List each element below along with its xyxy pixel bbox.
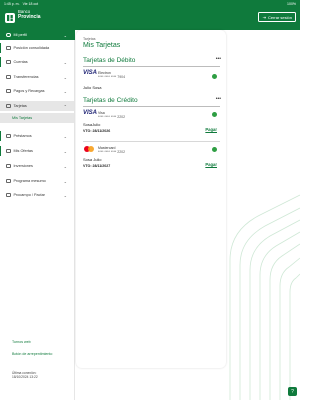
offers-icon xyxy=(6,148,11,154)
bank-logo-icon xyxy=(5,10,15,23)
sidebar-item-label: Mi perfil xyxy=(13,33,27,37)
page-title: Mis Tarjetas xyxy=(83,42,121,49)
status-bar: 1:45 p. m. Vie 18 oct 100% xyxy=(0,0,300,7)
breadcrumb: Tarjetas xyxy=(83,37,96,41)
card-number: **** **** **** 7904 xyxy=(98,75,126,79)
chevron-down-icon: ⌄ xyxy=(63,163,67,169)
sidebar-item-label: Inversiones xyxy=(13,164,33,168)
sidebar-item-cards[interactable]: Tarjetas ⌃ xyxy=(0,101,75,111)
sidebar-item-label: Mis Tarjetas xyxy=(12,116,33,120)
help-button[interactable]: ? xyxy=(288,387,297,396)
card-holder: Julio Sosa xyxy=(83,85,102,90)
sidebar-item-label: Procampo / Pactar xyxy=(13,193,45,197)
logout-label: Cerrar sesión xyxy=(267,14,292,20)
credit-card-item[interactable]: VISA Visa **** **** **** 2202 SosaJulio … xyxy=(83,110,220,140)
sidebar-item-agro[interactable]: Procampo / Pactar ⌄ xyxy=(0,190,75,200)
sidebar-item-offers[interactable]: Mis Ofertas ⌄ xyxy=(0,146,75,156)
more-horizontal-icon[interactable]: ••• xyxy=(216,56,221,62)
sidebar-item-label: Cuentas xyxy=(13,60,28,64)
transfer-icon xyxy=(6,74,11,80)
top-bar: 1:45 p. m. Vie 18 oct 100% Banco Provinc… xyxy=(0,0,300,30)
credit-section-title: Tarjetas de Crédito xyxy=(83,96,138,104)
card-brand: Visa xyxy=(98,110,105,115)
card-number: **** **** **** 2202 xyxy=(98,115,126,119)
sidebar-item-label: Transferencias xyxy=(13,75,39,79)
payments-icon xyxy=(6,88,11,94)
card-brand: Mastercard xyxy=(98,145,116,150)
status-time: 1:45 p. m. xyxy=(4,1,20,6)
debit-section-header: Tarjetas de Débito ••• xyxy=(83,56,223,64)
wallet-icon xyxy=(6,59,11,65)
chevron-down-icon: ⌄ xyxy=(63,178,67,184)
chevron-down-icon: ⌄ xyxy=(63,32,67,38)
pay-button[interactable]: Pagar xyxy=(205,127,217,132)
loan-icon xyxy=(6,133,11,139)
sidebar: Mi perfil ⌄ Posición consolidada Cuentas… xyxy=(0,30,75,400)
cards-panel: Tarjetas Mis Tarjetas Tarjetas de Débito… xyxy=(76,30,226,368)
card-expiry: VTO: 28/11/2026 xyxy=(83,129,111,133)
battery-level: 100% xyxy=(287,1,296,6)
status-date: Vie 18 oct xyxy=(22,1,39,6)
status-active-icon xyxy=(212,112,217,117)
mastercard-logo-icon xyxy=(84,145,94,153)
link-turnos-web[interactable]: Turnos web xyxy=(12,340,31,344)
chart-icon xyxy=(6,45,11,51)
sidebar-item-label: Posición consolidada xyxy=(13,46,50,50)
status-active-icon xyxy=(212,74,217,79)
sidebar-item-transfers[interactable]: Transferencias ⌄ xyxy=(0,72,75,82)
link-withdrawal-button[interactable]: Botón de arrepentimiento xyxy=(12,352,52,356)
debit-card-item[interactable]: VISA Electron **** **** **** 7904 Julio … xyxy=(83,70,220,92)
debit-section-title: Tarjetas de Débito xyxy=(83,56,136,64)
sidebar-item-label: Programa mesumo xyxy=(13,179,46,183)
credit-card-item[interactable]: Mastercard **** **** **** 2202 Sosa Juli… xyxy=(83,145,220,175)
pay-button[interactable]: Pagar xyxy=(205,162,217,167)
profile-icon xyxy=(6,32,11,38)
chevron-down-icon: ⌄ xyxy=(63,74,67,80)
sidebar-item-profile[interactable]: Mi perfil ⌄ xyxy=(0,30,75,40)
sidebar-item-accounts[interactable]: Cuentas ⌄ xyxy=(0,57,75,67)
sidebar-item-loans[interactable]: Préstamos ⌄ xyxy=(0,131,75,141)
card-holder: Sosa Julio xyxy=(83,157,102,162)
chevron-down-icon: ⌄ xyxy=(63,59,67,65)
card-number: **** **** **** 2202 xyxy=(98,150,126,154)
card-holder: SosaJulio xyxy=(83,122,101,127)
sidebar-item-investments[interactable]: Inversiones ⌄ xyxy=(0,161,75,171)
logout-button[interactable]: ⇥ Cerrar sesión xyxy=(258,12,296,22)
status-active-icon xyxy=(212,147,217,152)
credit-section-header: Tarjetas de Crédito ••• xyxy=(83,96,223,104)
sidebar-item-label: Tarjetas xyxy=(13,104,27,108)
program-icon xyxy=(6,178,11,184)
chevron-down-icon: ⌄ xyxy=(63,148,67,154)
sidebar-item-label: Mis Ofertas xyxy=(13,149,33,153)
card-icon xyxy=(6,103,11,109)
visa-logo-icon: VISA xyxy=(83,70,98,76)
sidebar-item-my-cards[interactable]: Mis Tarjetas xyxy=(0,113,75,123)
agro-icon xyxy=(6,192,11,198)
visa-logo-icon: VISA xyxy=(83,110,98,116)
help-icon: ? xyxy=(291,388,294,395)
card-expiry: VTO: 28/11/2027 xyxy=(83,164,111,168)
chevron-down-icon: ⌄ xyxy=(63,192,67,198)
last-connection-value: 18/10/2024 13:22 xyxy=(12,375,38,380)
last-connection: Última conexión: 18/10/2024 13:22 xyxy=(12,371,38,379)
card-brand: Electron xyxy=(98,70,111,75)
sidebar-item-label: Préstamos xyxy=(13,134,32,138)
invest-icon xyxy=(6,163,11,169)
chevron-down-icon: ⌄ xyxy=(63,88,67,94)
bank-logo: Banco Provincia xyxy=(5,10,41,23)
sidebar-item-payments[interactable]: Pagos y Recargas ⌄ xyxy=(0,86,75,96)
chevron-up-icon: ⌃ xyxy=(63,103,67,109)
sidebar-item-program[interactable]: Programa mesumo ⌄ xyxy=(0,176,75,186)
sidebar-item-label: Pagos y Recargas xyxy=(13,89,45,93)
sidebar-item-consolidated[interactable]: Posición consolidada xyxy=(0,43,75,53)
divider xyxy=(83,66,220,67)
divider xyxy=(83,106,220,107)
chevron-down-icon: ⌄ xyxy=(63,133,67,139)
more-horizontal-icon[interactable]: ••• xyxy=(216,96,221,102)
logout-icon: ⇥ xyxy=(262,14,266,20)
brand-line2: Provincia xyxy=(18,13,41,20)
